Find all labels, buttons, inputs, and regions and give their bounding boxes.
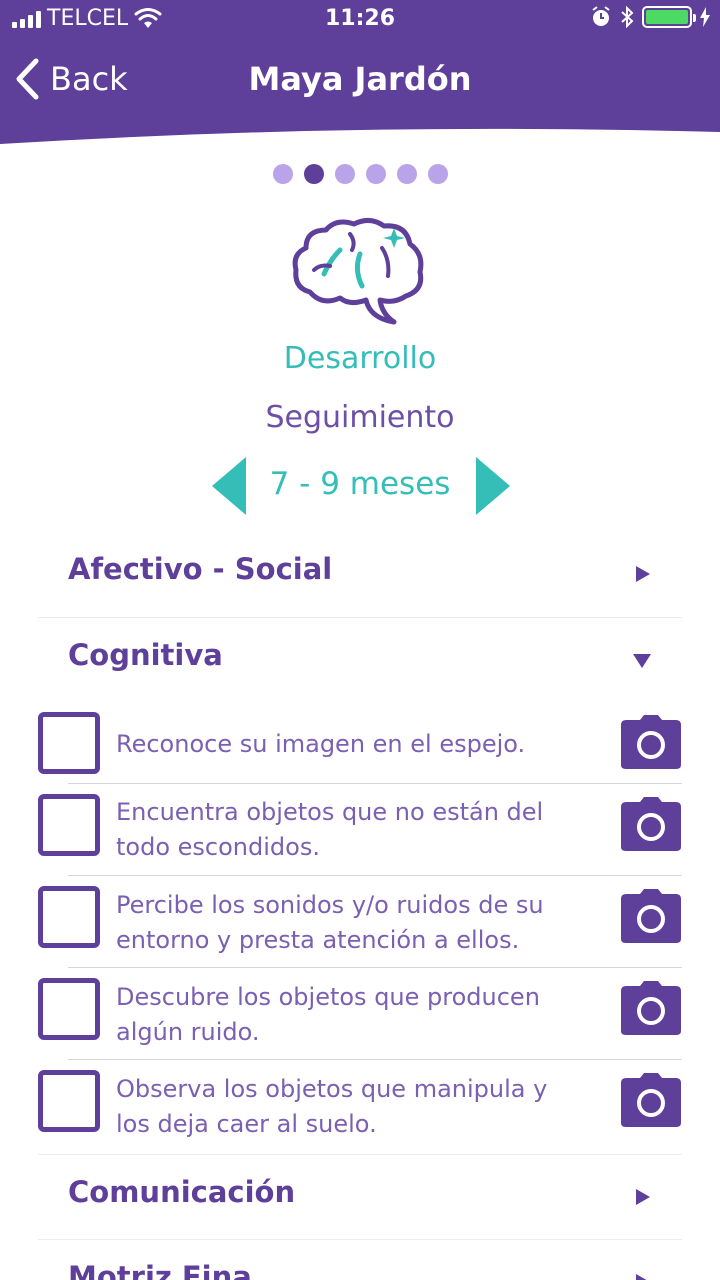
- camera-icon: [621, 889, 681, 943]
- page-dot[interactable]: [396, 164, 417, 184]
- section-comunicacion[interactable]: Comunicación: [38, 1154, 682, 1240]
- triangle-right-icon: [636, 1189, 650, 1205]
- page-indicator: [0, 164, 720, 184]
- age-range-label: 7 - 9 meses: [269, 466, 451, 502]
- list-item: Observa los objetos que manipula y los de…: [38, 1060, 682, 1152]
- section-title: Comunicación: [68, 1175, 296, 1209]
- item-text: Reconoce su imagen en el espejo.: [116, 730, 526, 758]
- triangle-right-icon: [636, 566, 650, 582]
- bluetooth-icon: [621, 6, 634, 28]
- battery-icon: [642, 6, 696, 28]
- list-item: Encuentra objetos que no están del todo e…: [38, 784, 682, 876]
- brain-icon: [292, 218, 424, 325]
- camera-icon: [621, 1073, 681, 1127]
- item-text: Descubre los objetos que producen algún r…: [116, 983, 540, 1046]
- item-text: Percibe los sonidos y/o ruidos de su ento…: [116, 891, 544, 954]
- triangle-right-icon: [636, 1274, 647, 1280]
- section-title: Motriz Fina: [68, 1260, 252, 1280]
- triangle-down-icon: [633, 654, 651, 668]
- page-dot[interactable]: [365, 164, 386, 184]
- back-label: Back: [50, 60, 128, 98]
- item-checkbox[interactable]: [38, 794, 100, 856]
- section-motriz-fina[interactable]: Motriz Fina: [38, 1240, 682, 1280]
- camera-icon: [621, 797, 681, 851]
- item-checkbox[interactable]: [38, 886, 100, 948]
- item-checkbox[interactable]: [38, 1070, 100, 1132]
- status-right: [590, 6, 710, 28]
- subtitle-label: Seguimiento: [265, 400, 455, 435]
- section-cognitiva[interactable]: Cognitiva: [38, 618, 682, 704]
- page-dot[interactable]: [272, 164, 293, 184]
- list-item: Descubre los objetos que producen algún r…: [38, 968, 682, 1060]
- section-title: Afectivo - Social: [68, 552, 333, 586]
- status-bar: TELCEL 11:26: [0, 0, 720, 40]
- list-item: Percibe los sonidos y/o ruidos de su ento…: [38, 876, 682, 968]
- header: TELCEL 11:26 Back Maya Jardón: [0, 0, 720, 160]
- back-button[interactable]: Back: [14, 58, 128, 100]
- category-label: Desarrollo: [283, 341, 437, 376]
- section-title: Cognitiva: [68, 638, 223, 672]
- camera-icon: [621, 981, 681, 1035]
- item-checkbox[interactable]: [38, 978, 100, 1040]
- alarm-icon: [592, 6, 610, 26]
- section-afectivo-social[interactable]: Afectivo - Social: [38, 532, 682, 618]
- list-item: Reconoce su imagen en el espejo.: [38, 700, 682, 784]
- item-checkbox[interactable]: [38, 712, 100, 774]
- page-dot[interactable]: [427, 164, 448, 184]
- item-text: Encuentra objetos que no están del todo e…: [116, 798, 544, 861]
- page-dot[interactable]: [334, 164, 355, 184]
- charging-icon: [700, 7, 710, 27]
- next-age-button[interactable]: [474, 455, 512, 517]
- camera-icon: [621, 715, 681, 769]
- chevron-left-icon: [16, 58, 39, 100]
- page-dot[interactable]: [303, 164, 324, 184]
- item-text: Observa los objetos que manipula y los de…: [116, 1075, 548, 1138]
